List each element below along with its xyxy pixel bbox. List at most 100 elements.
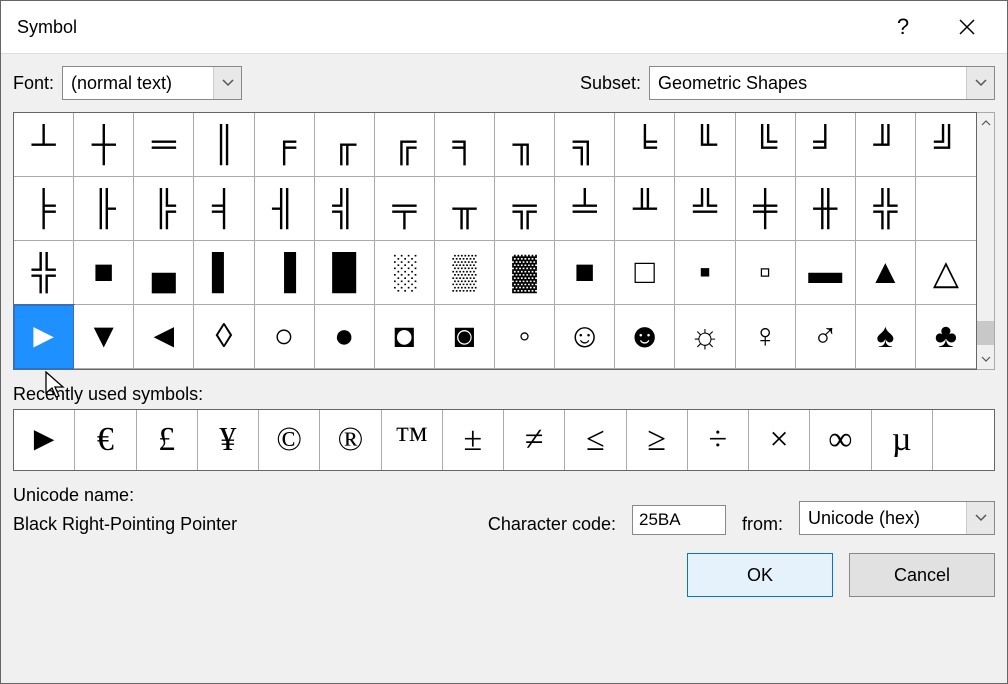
symbol-cell[interactable]: ▲ — [856, 241, 916, 305]
char-code-input[interactable] — [632, 505, 726, 535]
symbol-cell[interactable]: ♠ — [856, 305, 916, 369]
recent-symbol-cell[interactable]: ÷ — [688, 410, 749, 470]
symbol-cell[interactable]: ▬ — [796, 241, 856, 305]
symbol-cell[interactable]: ╩ — [675, 177, 735, 241]
symbol-cell[interactable]: ▒ — [435, 241, 495, 305]
symbol-cell[interactable]: ╛ — [796, 113, 856, 177]
symbol-cell[interactable]: ► — [14, 305, 74, 369]
recent-symbol-cell[interactable]: ™ — [382, 410, 443, 470]
symbol-cell[interactable]: △ — [916, 241, 976, 305]
recently-used-grid[interactable]: ►€£¥©®™±≠≤≥÷×∞µ — [13, 409, 995, 471]
dialog-body: Font: (normal text) Subset: Geometric Sh… — [1, 53, 1007, 683]
chevron-down-icon[interactable] — [213, 67, 241, 99]
symbol-cell[interactable]: ╖ — [495, 113, 555, 177]
symbol-cell[interactable]: ╞ — [14, 177, 74, 241]
recent-symbol-cell[interactable]: ± — [443, 410, 504, 470]
symbol-cell[interactable]: ▼ — [74, 305, 134, 369]
symbol-cell[interactable]: ● — [315, 305, 375, 369]
cancel-button[interactable]: Cancel — [849, 553, 995, 597]
symbol-cell[interactable]: ╣ — [315, 177, 375, 241]
symbol-cell[interactable]: ▐ — [255, 241, 315, 305]
symbol-cell[interactable]: ═ — [134, 113, 194, 177]
recent-symbol-cell[interactable] — [933, 410, 994, 470]
font-dropdown[interactable]: (normal text) — [62, 66, 242, 100]
symbol-cell[interactable]: ☼ — [675, 305, 735, 369]
symbol-cell[interactable]: ▪ — [675, 241, 735, 305]
symbol-cell[interactable]: ╘ — [615, 113, 675, 177]
scroll-track[interactable] — [977, 133, 994, 349]
symbol-cell[interactable]: ☺ — [555, 305, 615, 369]
symbol-cell[interactable]: ╚ — [736, 113, 796, 177]
symbol-cell[interactable]: ◙ — [435, 305, 495, 369]
symbol-cell[interactable]: ◊ — [194, 305, 254, 369]
symbol-cell[interactable]: ╕ — [435, 113, 495, 177]
symbol-cell[interactable]: ╧ — [555, 177, 615, 241]
subset-label: Subset: — [580, 73, 641, 94]
symbol-cell[interactable]: ╔ — [375, 113, 435, 177]
symbol-cell[interactable] — [916, 177, 976, 241]
symbol-cell[interactable]: ┼ — [74, 113, 134, 177]
from-dropdown[interactable]: Unicode (hex) — [799, 501, 995, 535]
recent-symbol-cell[interactable]: ∞ — [810, 410, 871, 470]
symbol-cell[interactable]: ◘ — [375, 305, 435, 369]
recent-symbol-cell[interactable]: ¥ — [198, 410, 259, 470]
symbol-cell[interactable]: ╬ — [14, 241, 74, 305]
symbol-grid[interactable]: ┴┼═║╒╓╔╕╖╗╘╙╚╛╜╝╞╟╠╡╢╣╤╥╦╧╨╩╪╫╬ ╬■▄▌▐█░▒… — [13, 112, 977, 370]
symbol-cell[interactable]: ╢ — [255, 177, 315, 241]
symbol-cell[interactable]: ▓ — [495, 241, 555, 305]
symbol-cell[interactable]: ╠ — [134, 177, 194, 241]
symbol-cell[interactable]: ╬ — [856, 177, 916, 241]
symbol-cell[interactable]: ■ — [74, 241, 134, 305]
close-icon[interactable] — [935, 1, 999, 53]
symbol-cell[interactable]: ╒ — [255, 113, 315, 177]
symbol-cell[interactable]: ╝ — [916, 113, 976, 177]
symbol-cell[interactable]: ▫ — [736, 241, 796, 305]
scrollbar[interactable] — [977, 112, 995, 370]
symbol-cell[interactable]: ☻ — [615, 305, 675, 369]
symbol-cell[interactable]: ╪ — [736, 177, 796, 241]
symbol-cell[interactable]: ♣ — [916, 305, 976, 369]
symbol-cell[interactable]: ♀ — [736, 305, 796, 369]
symbol-cell[interactable]: ╥ — [435, 177, 495, 241]
recent-symbol-cell[interactable]: £ — [137, 410, 198, 470]
symbol-cell[interactable]: █ — [315, 241, 375, 305]
symbol-cell[interactable]: ┴ — [14, 113, 74, 177]
symbol-cell[interactable]: ╫ — [796, 177, 856, 241]
symbol-cell[interactable]: ║ — [194, 113, 254, 177]
help-icon[interactable]: ? — [871, 1, 935, 53]
scroll-thumb[interactable] — [977, 321, 994, 345]
recent-symbol-cell[interactable]: ► — [14, 410, 75, 470]
symbol-cell[interactable]: ▌ — [194, 241, 254, 305]
ok-button[interactable]: OK — [687, 553, 833, 597]
chevron-down-icon[interactable] — [966, 502, 994, 534]
symbol-cell[interactable]: ◄ — [134, 305, 194, 369]
symbol-cell[interactable]: □ — [615, 241, 675, 305]
symbol-cell[interactable]: ◦ — [495, 305, 555, 369]
recent-symbol-cell[interactable]: ≤ — [565, 410, 626, 470]
symbol-cell[interactable]: ╓ — [315, 113, 375, 177]
symbol-cell[interactable]: ╜ — [856, 113, 916, 177]
symbol-cell[interactable]: ╙ — [675, 113, 735, 177]
symbol-cell[interactable]: ╡ — [194, 177, 254, 241]
symbol-cell[interactable]: ▄ — [134, 241, 194, 305]
recent-symbol-cell[interactable]: ≥ — [627, 410, 688, 470]
recent-symbol-cell[interactable]: € — [75, 410, 136, 470]
symbol-cell[interactable]: ╤ — [375, 177, 435, 241]
symbol-cell[interactable]: ○ — [255, 305, 315, 369]
recent-symbol-cell[interactable]: µ — [872, 410, 933, 470]
scroll-down-icon[interactable] — [977, 349, 994, 369]
chevron-down-icon[interactable] — [966, 67, 994, 99]
symbol-cell[interactable]: ╟ — [74, 177, 134, 241]
recent-symbol-cell[interactable]: © — [259, 410, 320, 470]
recent-symbol-cell[interactable]: × — [749, 410, 810, 470]
subset-dropdown[interactable]: Geometric Shapes — [649, 66, 995, 100]
symbol-cell[interactable]: ╗ — [555, 113, 615, 177]
recent-symbol-cell[interactable]: ® — [320, 410, 381, 470]
symbol-cell[interactable]: ♂ — [796, 305, 856, 369]
symbol-cell[interactable]: ╦ — [495, 177, 555, 241]
recent-symbol-cell[interactable]: ≠ — [504, 410, 565, 470]
scroll-up-icon[interactable] — [977, 113, 994, 133]
symbol-cell[interactable]: ╨ — [615, 177, 675, 241]
symbol-cell[interactable]: ░ — [375, 241, 435, 305]
symbol-cell[interactable]: ■ — [555, 241, 615, 305]
